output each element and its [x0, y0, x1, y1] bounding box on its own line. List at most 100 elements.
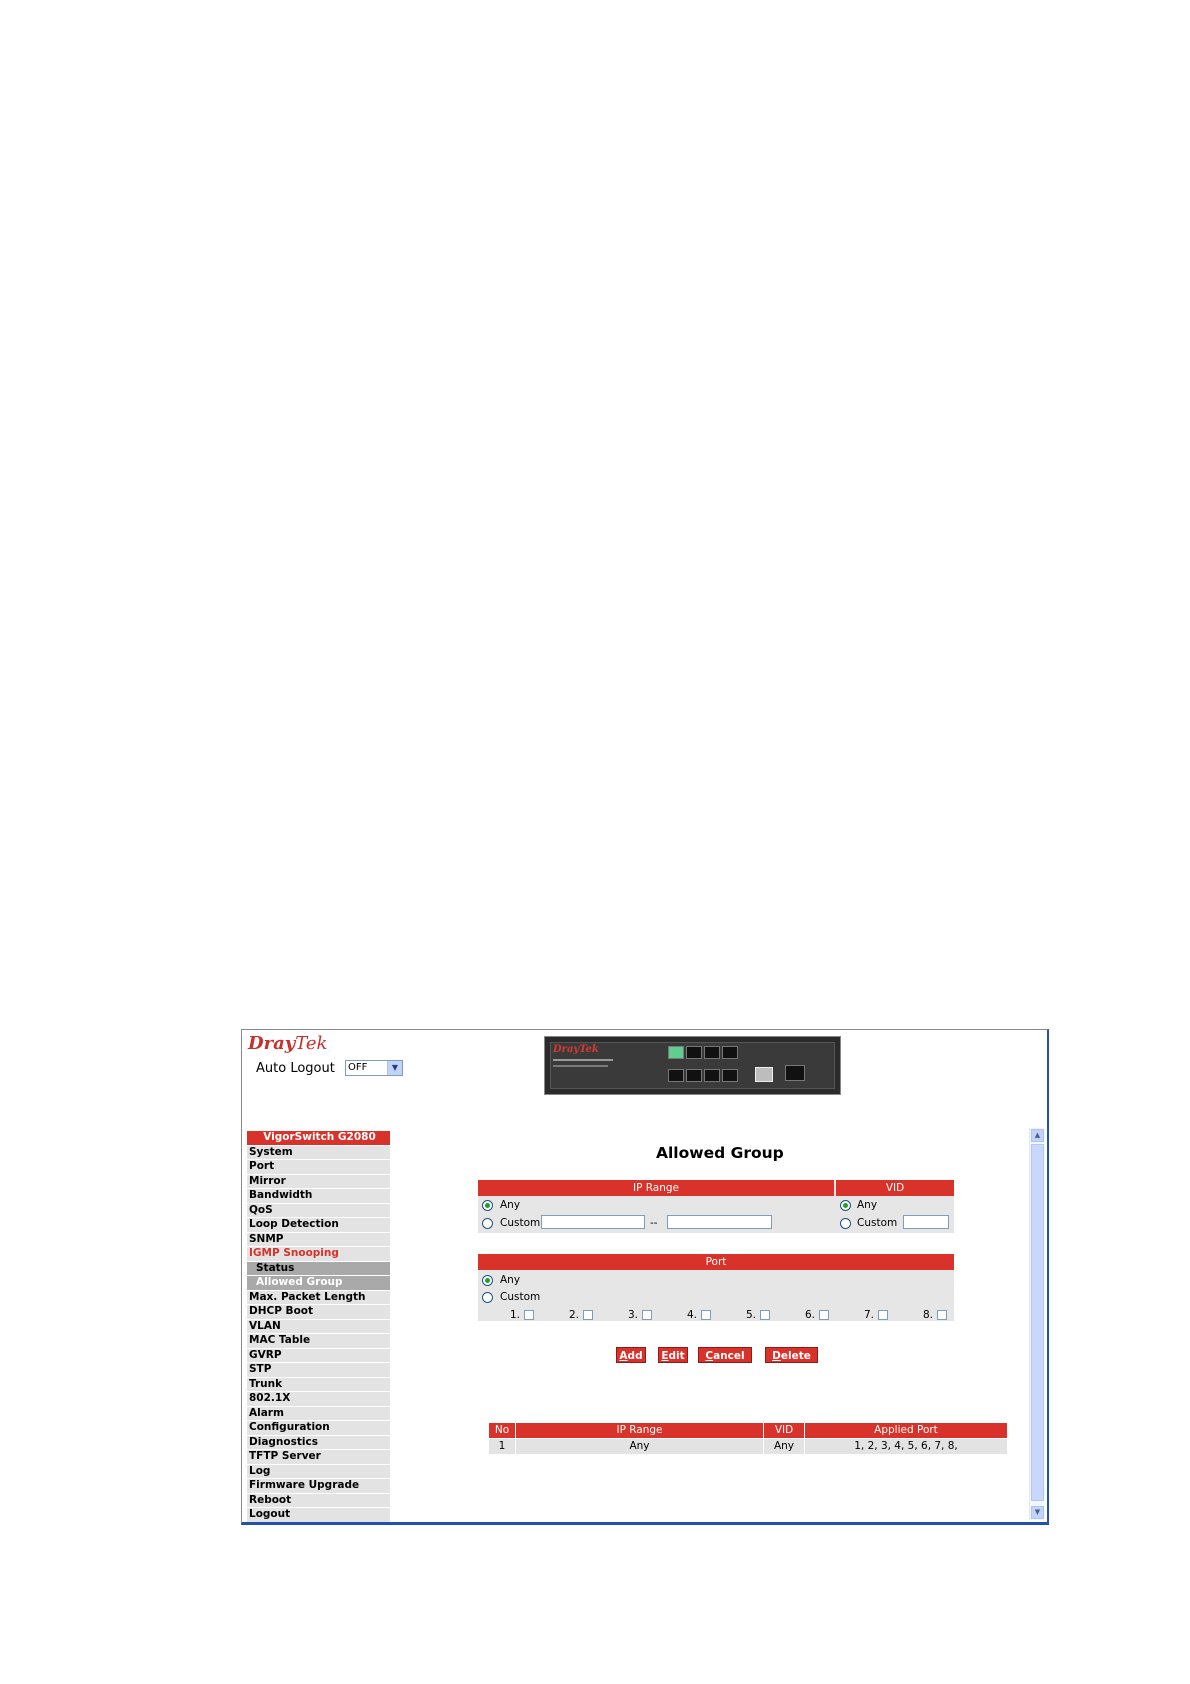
logo-dray: Dray — [248, 1033, 296, 1054]
cancel-button-accel: C — [705, 1350, 714, 1362]
port-2-checkbox[interactable] — [583, 1310, 593, 1320]
sidebar-item-qos[interactable]: QoS — [247, 1203, 390, 1218]
auto-logout-label: Auto Logout — [256, 1061, 335, 1076]
vid-custom-radio[interactable] — [840, 1218, 851, 1229]
sidebar-item-8021x[interactable]: 802.1X — [247, 1392, 390, 1407]
sidebar-item-tftp-server[interactable]: TFTP Server — [247, 1450, 390, 1465]
table-cell-ip-range: Any — [516, 1439, 764, 1454]
table-cell-vid: Any — [764, 1439, 805, 1454]
edit-button-accel: E — [661, 1350, 669, 1362]
port-any-label: Any — [500, 1274, 521, 1286]
port-8-label: 8. — [923, 1309, 934, 1321]
browser-frame: DrayTek Auto Logout OFF ▼ DrayTek VigorS… — [241, 1029, 1049, 1525]
vid-input[interactable] — [903, 1215, 949, 1229]
add-button-rest: dd — [627, 1350, 643, 1362]
device-model-line — [553, 1059, 613, 1061]
table-header-row: No IP Range VID Applied Port — [489, 1423, 1008, 1438]
sidebar-item-loop-detection[interactable]: Loop Detection — [247, 1218, 390, 1233]
port-custom-radio[interactable] — [482, 1292, 493, 1303]
ip-range-any-radio[interactable] — [482, 1200, 493, 1211]
sidebar-item-system[interactable]: System — [247, 1145, 390, 1160]
device-brand: DrayTek — [553, 1044, 599, 1055]
sidebar-subitem-allowed-group[interactable]: Allowed Group — [247, 1276, 390, 1291]
device-model-line — [553, 1065, 608, 1067]
table-header-applied-port: Applied Port — [805, 1423, 1008, 1438]
scrollbar-thumb[interactable] — [1031, 1144, 1044, 1501]
device-port — [722, 1046, 738, 1059]
delete-button-accel: D — [772, 1350, 781, 1362]
page-title: Allowed Group — [656, 1144, 784, 1162]
port-1-checkbox[interactable] — [524, 1310, 534, 1320]
logo-tek: Tek — [295, 1033, 328, 1054]
scroll-down-icon[interactable]: ▼ — [1031, 1506, 1044, 1519]
vid-custom-label: Custom — [857, 1217, 898, 1229]
sidebar-item-reboot[interactable]: Reboot — [247, 1493, 390, 1508]
port-any-radio[interactable] — [482, 1275, 493, 1286]
ip-range-any-label: Any — [500, 1199, 521, 1211]
port-3-label: 3. — [628, 1309, 639, 1321]
port-5-checkbox[interactable] — [760, 1310, 770, 1320]
sidebar-item-max-packet-length[interactable]: Max. Packet Length — [247, 1290, 390, 1305]
port-header: Port — [478, 1254, 954, 1270]
port-6-checkbox[interactable] — [819, 1310, 829, 1320]
ip-range-custom-label: Custom — [500, 1217, 541, 1229]
device-port — [704, 1046, 720, 1059]
device-port — [686, 1046, 702, 1059]
sidebar-item-port[interactable]: Port — [247, 1160, 390, 1175]
sidebar-item-igmp-snooping[interactable]: IGMP Snooping — [247, 1247, 390, 1262]
sidebar-item-diagnostics[interactable]: Diagnostics — [247, 1435, 390, 1450]
sidebar-item-logout[interactable]: Logout — [247, 1508, 390, 1522]
scroll-up-icon[interactable]: ▲ — [1031, 1129, 1044, 1142]
port-4-label: 4. — [687, 1309, 698, 1321]
sidebar-subitem-status[interactable]: Status — [247, 1261, 390, 1276]
table-header-vid: VID — [764, 1423, 805, 1438]
ip-range-header: IP Range — [478, 1180, 834, 1196]
vertical-scrollbar[interactable]: ▲ ▼ — [1029, 1128, 1045, 1520]
table-row[interactable]: 1 Any Any 1, 2, 3, 4, 5, 6, 7, 8, — [489, 1439, 1008, 1454]
ip-range-start-input[interactable] — [541, 1215, 645, 1229]
edit-button[interactable]: Edit — [658, 1347, 688, 1363]
port-4-checkbox[interactable] — [701, 1310, 711, 1320]
sidebar-item-snmp[interactable]: SNMP — [247, 1232, 390, 1247]
device-sfp-port — [785, 1065, 805, 1081]
delete-button-rest: elete — [780, 1350, 811, 1362]
draytek-logo: DrayTek — [248, 1033, 327, 1054]
device-port — [722, 1069, 738, 1082]
delete-button[interactable]: Delete — [765, 1347, 818, 1363]
device-port — [704, 1069, 720, 1082]
ip-range-end-input[interactable] — [667, 1215, 772, 1229]
vid-any-label: Any — [857, 1199, 878, 1211]
edit-button-rest: dit — [668, 1350, 685, 1362]
port-2-label: 2. — [569, 1309, 580, 1321]
sidebar-item-gvrp[interactable]: GVRP — [247, 1348, 390, 1363]
sidebar-item-dhcp-boot[interactable]: DHCP Boot — [247, 1305, 390, 1320]
port-8-checkbox[interactable] — [937, 1310, 947, 1320]
device-image: DrayTek — [544, 1036, 841, 1095]
auto-logout-select[interactable]: OFF ▼ — [345, 1060, 403, 1076]
sidebar-item-mirror[interactable]: Mirror — [247, 1174, 390, 1189]
chevron-down-icon[interactable]: ▼ — [387, 1061, 402, 1075]
device-port — [668, 1069, 684, 1082]
sidebar-item-firmware-upgrade[interactable]: Firmware Upgrade — [247, 1479, 390, 1494]
device-sfp-port — [755, 1067, 773, 1082]
port-3-checkbox[interactable] — [642, 1310, 652, 1320]
port-6-label: 6. — [805, 1309, 816, 1321]
vid-any-radio[interactable] — [840, 1200, 851, 1211]
sidebar-item-trunk[interactable]: Trunk — [247, 1377, 390, 1392]
sidebar-item-log[interactable]: Log — [247, 1464, 390, 1479]
sidebar-item-mac-table[interactable]: MAC Table — [247, 1334, 390, 1349]
ip-range-custom-radio[interactable] — [482, 1218, 493, 1229]
sidebar-item-vlan[interactable]: VLAN — [247, 1319, 390, 1334]
sidebar-item-bandwidth[interactable]: Bandwidth — [247, 1189, 390, 1204]
cancel-button[interactable]: Cancel — [698, 1347, 752, 1363]
sidebar-item-configuration[interactable]: Configuration — [247, 1421, 390, 1436]
port-5-label: 5. — [746, 1309, 757, 1321]
table-cell-no: 1 — [489, 1439, 516, 1454]
sidebar-item-stp[interactable]: STP — [247, 1363, 390, 1378]
sidebar-item-alarm[interactable]: Alarm — [247, 1406, 390, 1421]
add-button[interactable]: Add — [616, 1347, 646, 1363]
add-button-accel: A — [619, 1350, 628, 1362]
port-7-checkbox[interactable] — [878, 1310, 888, 1320]
auto-logout-value: OFF — [348, 1062, 368, 1073]
table-header-no: No — [489, 1423, 516, 1438]
